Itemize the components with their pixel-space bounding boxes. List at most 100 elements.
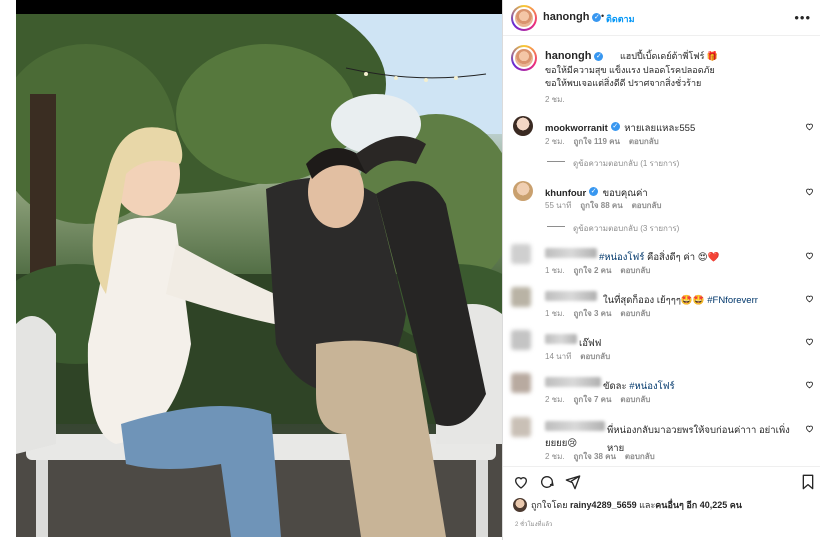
comment-text: ขัดละ (603, 381, 630, 392)
comment-username[interactable]: mookworranit (545, 123, 608, 134)
verified-icon: ✓ (594, 51, 604, 61)
comment-text: เอ๊ฟฟ (579, 338, 602, 349)
comment-row-continued: ยยยย😢 (545, 433, 577, 451)
photo-illustration (16, 14, 502, 537)
comment-time: 55 นาที (545, 201, 572, 210)
heart-icon[interactable] (805, 294, 814, 303)
comment-avatar[interactable] (511, 330, 531, 350)
comment-avatar[interactable] (511, 244, 531, 264)
comment-meta: 2 ชม. ถูกใจ 7 คน ตอบกลับ (545, 393, 650, 406)
heart-icon[interactable] (805, 122, 814, 131)
caption-line-2: ขอให้มีความสุข แข็งแรง ปลอดโรคปลอดภัย (545, 65, 715, 75)
avatar[interactable] (511, 5, 537, 31)
share-icon[interactable] (565, 474, 581, 490)
heart-icon[interactable] (805, 187, 814, 196)
header-username[interactable]: hanongh ✓ (543, 11, 602, 23)
comment-meta: 1 ชม. ถูกใจ 3 คน ตอบกลับ (545, 307, 650, 320)
comment-avatar[interactable] (511, 287, 531, 307)
reply-button[interactable]: ตอบกลับ (580, 352, 610, 361)
verified-icon: ✓ (589, 187, 599, 197)
caption-avatar[interactable] (511, 45, 537, 71)
reply-button[interactable]: ตอบกลับ (629, 137, 659, 146)
comment-likes[interactable]: ถูกใจ 119 คน (574, 137, 620, 146)
comment-avatar[interactable] (511, 417, 531, 437)
caption-line-1: แฮปปี้เบิ้ดเดย์ต้าพี่โฟร์ 🎁 (620, 51, 719, 61)
comment-meta: 1 ชม. ถูกใจ 2 คน ตอบกลับ (545, 264, 650, 277)
more-icon[interactable]: ••• (794, 10, 811, 25)
hashtag-link[interactable]: #หน่องโฟร์ (629, 381, 674, 392)
comment-username[interactable]: khunfour (545, 188, 586, 199)
comment-text: ยยยย😢 (545, 438, 578, 449)
follow-button[interactable]: ติดตาม (606, 12, 635, 26)
comment-text: หายเลยแหละ555 (624, 123, 696, 134)
caption-username[interactable]: hanongh ✓ (545, 50, 604, 62)
reply-button[interactable]: ตอบกลับ (625, 452, 655, 461)
comment-likes[interactable]: ถูกใจ 7 คน (574, 395, 612, 404)
comment-avatar[interactable] (513, 181, 533, 201)
comment-time: 14 นาที (545, 352, 572, 361)
view-replies-button[interactable]: ดูข้อความตอบกลับ (3 รายการ) (573, 222, 679, 235)
hashtag-link[interactable]: #หน่องโฟร์ (599, 252, 644, 263)
blurred-username (545, 334, 577, 344)
replies-divider (547, 226, 565, 227)
comment-time: 2 ชม. (545, 452, 565, 461)
reply-button[interactable]: ตอบกลับ (620, 309, 650, 318)
likes-summary: ถูกใจโดย rainy4289_5659 และคนอื่นๆ อีก 4… (531, 498, 742, 512)
comment-text: คือสิ่งดีๆ ค่า 😍❤️ (644, 252, 720, 263)
comment-icon[interactable] (539, 474, 555, 490)
top-bar (16, 0, 502, 14)
caption-username-text[interactable]: hanongh (545, 50, 591, 62)
heart-icon[interactable] (805, 380, 814, 389)
comment-row: ขัดละ #หน่องโฟร์ (603, 376, 675, 394)
replies-divider (547, 161, 565, 162)
blurred-username (545, 377, 601, 387)
comment-likes[interactable]: ถูกใจ 38 คน (574, 452, 616, 461)
reply-button[interactable]: ตอบกลับ (620, 395, 650, 404)
blurred-username (545, 421, 605, 431)
comment-row: ในที่สุดก็ออง เย้ๆๆๆ🤩🤩 #FNforeverr (603, 290, 758, 308)
comment-avatar[interactable] (511, 373, 531, 393)
blurred-username (545, 291, 597, 301)
post-photo[interactable] (16, 14, 502, 537)
likes-prefix: ถูกใจโดย (531, 500, 568, 510)
comment-likes[interactable]: ถูกใจ 88 คน (580, 201, 622, 210)
dot-separator: • (601, 11, 605, 21)
action-bar (503, 466, 820, 496)
heart-icon[interactable] (805, 251, 814, 260)
header-username-text[interactable]: hanongh (543, 11, 589, 23)
blurred-username (545, 248, 597, 258)
comment-meta: 2 ชม. ถูกใจ 119 คน ตอบกลับ (545, 135, 659, 148)
comment-meta: 2 ชม. ถูกใจ 38 คน ตอบกลับ (545, 450, 655, 463)
view-replies-button[interactable]: ดูข้อความตอบกลับ (1 รายการ) (573, 157, 679, 170)
comment-text: ขอบคุณค่า (602, 188, 648, 199)
comment-time: 2 ชม. (545, 137, 565, 146)
comment-row: เอ๊ฟฟ (579, 333, 601, 351)
heart-icon[interactable] (805, 424, 814, 433)
comment-meta: 55 นาที ถูกใจ 88 คน ตอบกลับ (545, 199, 662, 212)
heart-icon[interactable] (805, 337, 814, 346)
comment-likes[interactable]: ถูกใจ 2 คน (574, 266, 612, 275)
liker-username[interactable]: rainy4289_5659 (570, 500, 637, 510)
verified-icon: ✓ (610, 122, 620, 132)
comment-meta: 14 นาที ตอบกลับ (545, 350, 610, 363)
comment-likes[interactable]: ถูกใจ 3 คน (574, 309, 612, 318)
caption-time: 2 ชม. (545, 95, 565, 104)
likes-others-link[interactable]: คนอื่นๆ อีก 40,225 คน (655, 500, 742, 510)
reply-button[interactable]: ตอบกลับ (632, 201, 662, 210)
likes-middle: และ (639, 500, 656, 510)
comment-text: ในที่สุดก็ออง เย้ๆๆๆ🤩🤩 (603, 295, 708, 306)
heart-icon[interactable] (513, 474, 529, 490)
comment-time: 2 ชม. (545, 395, 565, 404)
reply-button[interactable]: ตอบกลับ (620, 266, 650, 275)
post-detail-panel: hanongh ✓ • ติดตาม ••• hanongh ✓ แฮปปี้เบิ… (502, 0, 820, 540)
liker-avatar[interactable] (513, 498, 527, 512)
post-time: 2 ชั่วโมงที่แล้ว (515, 522, 553, 528)
caption-line-3: ขอให้พบเจอแต่สิ่งดีดี ปราศจากสิ่งชั่วร้า… (545, 78, 702, 88)
post-header: hanongh ✓ • ติดตาม ••• (503, 0, 820, 36)
comment-avatar[interactable] (513, 116, 533, 136)
hashtag-link[interactable]: #FNforeverr (707, 295, 758, 306)
comment-row: #หน่องโฟร์ คือสิ่งดีๆ ค่า 😍❤️ (599, 247, 719, 265)
comment-time: 1 ชม. (545, 309, 565, 318)
bookmark-icon[interactable] (801, 474, 815, 490)
comment-time: 1 ชม. (545, 266, 565, 275)
